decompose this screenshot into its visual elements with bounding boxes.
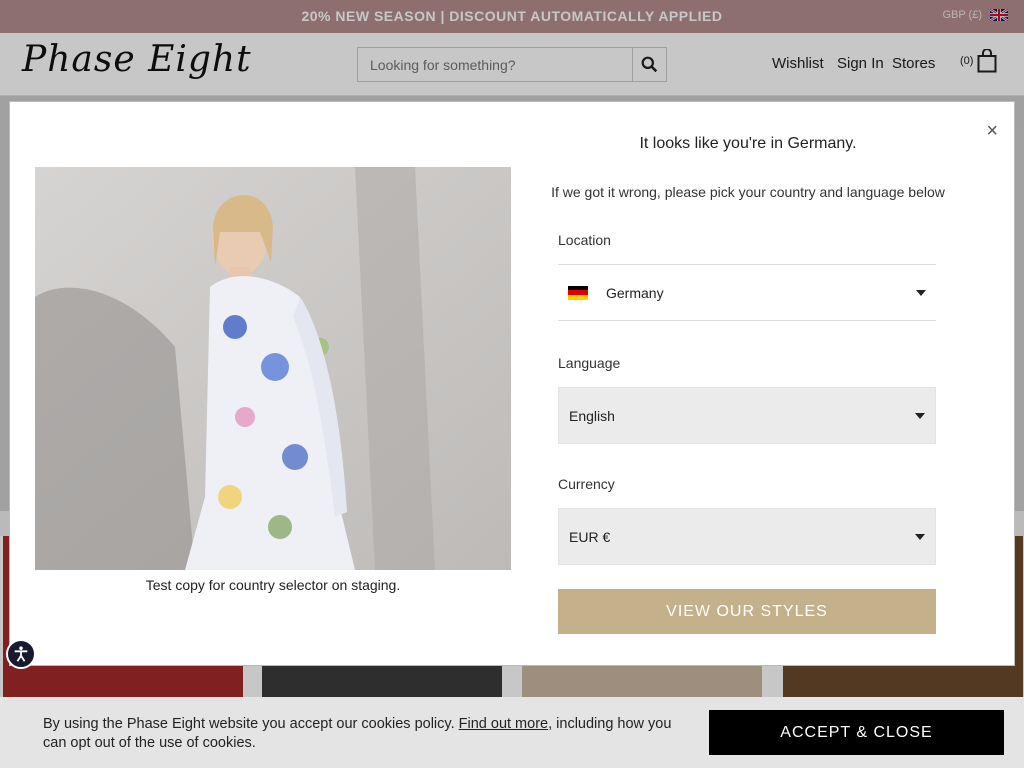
chevron-down-icon: [915, 533, 925, 540]
model-photo: [35, 167, 511, 570]
find-out-more-link[interactable]: Find out more: [459, 716, 548, 732]
language-value: English: [569, 407, 615, 424]
currency-value: EUR €: [569, 528, 611, 545]
germany-flag-icon: [568, 285, 588, 300]
chevron-down-icon: [915, 412, 925, 419]
accessibility-icon: [14, 646, 28, 662]
currency-label: Currency: [558, 476, 615, 492]
view-styles-button[interactable]: VIEW OUR STYLES: [558, 589, 936, 634]
location-value: Germany: [606, 284, 664, 301]
accessibility-button[interactable]: [6, 639, 36, 669]
currency-select[interactable]: EUR €: [558, 508, 936, 565]
country-selector-modal: × Test copy for country selector on stag…: [9, 101, 1015, 666]
modal-subheading: If we got it wrong, please pick your cou…: [551, 184, 945, 200]
location-select[interactable]: Germany: [558, 264, 936, 321]
modal-heading: It looks like you're in Germany.: [639, 135, 857, 152]
accept-close-button[interactable]: ACCEPT & CLOSE: [709, 710, 1004, 755]
image-caption: Test copy for country selector on stagin…: [145, 577, 401, 593]
cookie-text-start: By using the Phase Eight website you acc…: [43, 716, 459, 732]
close-icon[interactable]: ×: [986, 120, 998, 143]
language-select[interactable]: English: [558, 387, 936, 444]
language-label: Language: [558, 355, 621, 371]
chevron-down-icon: [916, 289, 926, 296]
location-label: Location: [558, 232, 611, 248]
cookie-banner: By using the Phase Eight website you acc…: [0, 697, 1024, 768]
cookie-message: By using the Phase Eight website you acc…: [43, 715, 693, 753]
